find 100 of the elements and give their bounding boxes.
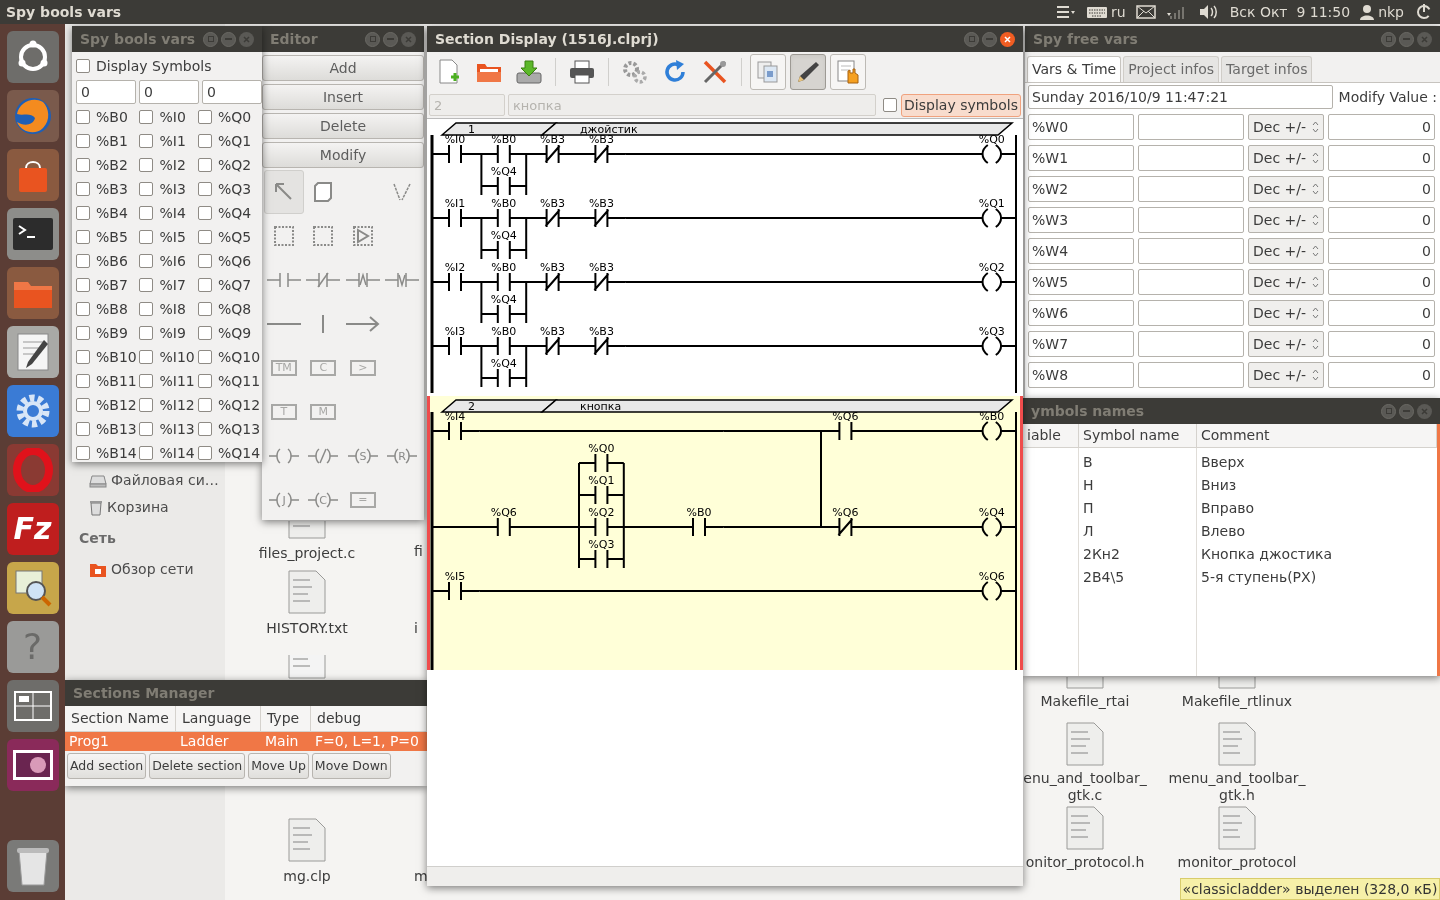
column-header[interactable]: Language (176, 706, 261, 731)
file-item[interactable]: HISTORY.txt (225, 570, 389, 639)
checkbox[interactable] (139, 110, 154, 124)
variable-field[interactable]: %W5 (1028, 269, 1134, 295)
checkbox[interactable] (76, 326, 90, 340)
checkbox[interactable] (139, 326, 154, 340)
keyboard-layout[interactable]: ru (1111, 1, 1126, 23)
text-editor-icon[interactable] (6, 326, 59, 378)
value-field[interactable]: 0 (1328, 145, 1435, 171)
file-item[interactable]: enu_and_toolbar_ gtk.c (1025, 722, 1145, 804)
value-field[interactable]: 0 (1328, 207, 1435, 233)
checkbox[interactable] (198, 374, 212, 388)
checkbox[interactable] (139, 446, 154, 460)
editor-button[interactable]: Add (262, 55, 424, 81)
section-button[interactable]: Move Up (248, 753, 309, 779)
restore-icon[interactable] (203, 31, 218, 47)
checkbox[interactable] (198, 422, 212, 436)
minimize-icon[interactable] (383, 31, 398, 47)
file-icon[interactable] (288, 818, 326, 862)
checkbox[interactable] (198, 254, 212, 268)
variable-field[interactable]: %W4 (1028, 238, 1134, 264)
file-icon[interactable] (1066, 722, 1104, 766)
checkbox[interactable] (76, 110, 90, 124)
keyboard-icon[interactable] (1086, 5, 1109, 19)
variable-field[interactable]: %W1 (1028, 145, 1134, 171)
desktop-icon[interactable] (6, 739, 59, 791)
restore-icon[interactable] (1381, 403, 1396, 419)
checkbox[interactable] (76, 446, 90, 460)
checkbox[interactable] (198, 278, 212, 292)
checkbox[interactable] (76, 350, 90, 364)
menu-icon[interactable] (1056, 5, 1077, 19)
clock[interactable]: Вск Окт 9 11:50 (1229, 1, 1351, 23)
checkbox[interactable] (198, 398, 212, 412)
checkbox[interactable] (76, 134, 90, 148)
checkbox[interactable] (883, 98, 898, 112)
sidebar-item[interactable]: Обзор сети (89, 559, 225, 580)
volume-icon[interactable] (1197, 4, 1220, 20)
display-field[interactable] (1138, 176, 1244, 202)
value-field[interactable]: 0 (1328, 269, 1435, 295)
date-time-field[interactable]: Sunday 2016/10/9 11:47:21 (1028, 85, 1333, 109)
file-icon[interactable] (1218, 806, 1256, 850)
checkbox[interactable] (76, 182, 90, 196)
checkbox[interactable] (139, 302, 154, 316)
restore-icon[interactable] (964, 31, 979, 47)
display-symbols-toggle[interactable]: Display symbols (901, 93, 1021, 117)
checkbox[interactable] (139, 374, 154, 388)
restore-icon[interactable] (365, 31, 380, 47)
checkbox[interactable] (139, 230, 154, 244)
checkbox[interactable] (198, 134, 212, 148)
column-header[interactable]: Comment (1197, 424, 1437, 447)
value-field[interactable]: 0 (1328, 300, 1435, 326)
terminal-icon[interactable] (6, 208, 59, 260)
checkbox[interactable] (76, 230, 90, 244)
display-field[interactable] (1138, 114, 1244, 140)
checkbox[interactable] (198, 350, 212, 364)
ring-icon[interactable] (6, 444, 59, 496)
checkbox[interactable] (76, 302, 90, 316)
file-item[interactable]: menu_and_toolbar_ gtk.h (1167, 722, 1307, 804)
dash-icon[interactable] (6, 31, 59, 83)
minimize-icon[interactable] (1399, 403, 1414, 419)
file-item[interactable]: onitor_protocol.h (1025, 806, 1145, 871)
variable-field[interactable]: %W7 (1028, 331, 1134, 357)
column-header[interactable]: Symbol name (1079, 424, 1197, 447)
tab[interactable]: Vars & Time (1027, 56, 1122, 82)
file-icon[interactable] (288, 521, 326, 539)
checkbox[interactable] (76, 278, 90, 292)
checkbox[interactable] (76, 398, 90, 412)
value-field[interactable]: 0 (1328, 176, 1435, 202)
file-item[interactable]: Makefile_rtai (1025, 677, 1145, 710)
tab[interactable]: Project infos (1123, 56, 1220, 82)
variable-field[interactable]: %W2 (1028, 176, 1134, 202)
display-field[interactable] (1138, 145, 1244, 171)
value-field[interactable]: 0 (1328, 238, 1435, 264)
variable-field[interactable]: %W0 (1028, 114, 1134, 140)
checkbox[interactable] (76, 206, 90, 220)
shopping-bag-icon[interactable] (6, 149, 59, 201)
checkbox[interactable] (76, 59, 90, 73)
editor-button[interactable]: Insert (262, 84, 424, 110)
display-field[interactable] (1138, 300, 1244, 326)
section-button[interactable]: Add section (67, 753, 147, 779)
checkbox[interactable] (198, 302, 212, 316)
format-spinner[interactable]: Dec +/- (1248, 207, 1324, 233)
variable-field[interactable]: %W6 (1028, 300, 1134, 326)
checkbox[interactable] (139, 206, 154, 220)
browser-icon[interactable] (6, 90, 59, 142)
checkbox[interactable] (139, 134, 154, 148)
checkbox[interactable] (76, 374, 90, 388)
format-spinner[interactable]: Dec +/- (1248, 269, 1324, 295)
checkbox[interactable] (76, 422, 90, 436)
file-icon[interactable] (288, 570, 326, 614)
sidebar-item[interactable]: Корзина (89, 497, 225, 518)
file-icon[interactable] (288, 655, 326, 679)
format-spinner[interactable]: Dec +/- (1248, 362, 1324, 388)
section-button[interactable]: Move Down (311, 753, 391, 779)
checkbox[interactable] (198, 110, 212, 124)
checkbox[interactable] (139, 422, 154, 436)
checkbox[interactable] (76, 158, 90, 172)
hand-button[interactable] (830, 54, 866, 90)
checkbox[interactable] (198, 446, 212, 460)
format-spinner[interactable]: Dec +/- (1248, 145, 1324, 171)
